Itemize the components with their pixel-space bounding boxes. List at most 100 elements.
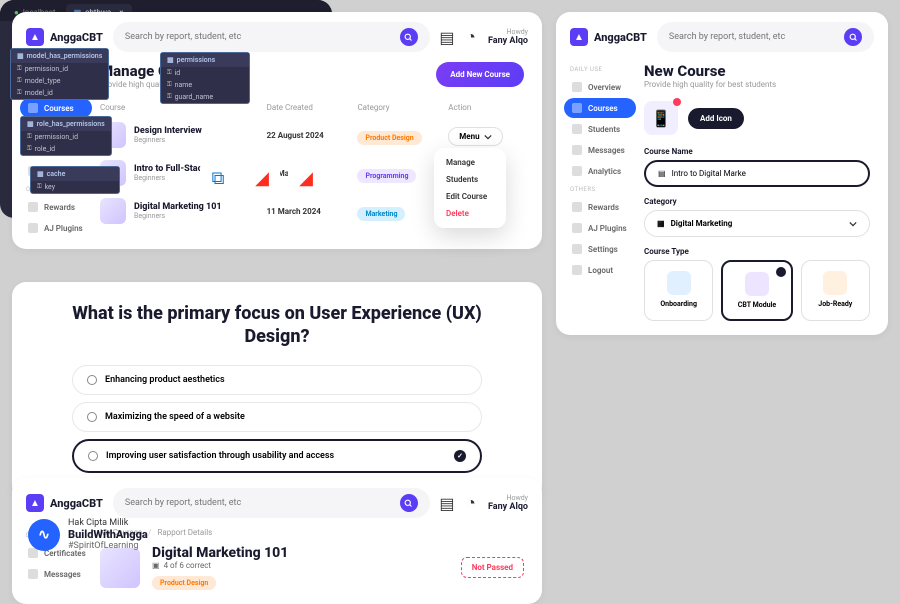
sidebar-section-daily: DAILY USE xyxy=(564,62,636,77)
search-icon[interactable] xyxy=(400,494,418,512)
selected-badge-icon xyxy=(776,267,786,277)
breadcrumb: My Courses / Rapport Details xyxy=(100,528,524,545)
clipboard-icon[interactable]: ▤ xyxy=(440,30,454,44)
sidebar-item-messages[interactable]: Messages xyxy=(20,564,92,584)
score-text: 4 of 6 correct xyxy=(164,561,211,570)
add-icon-button[interactable]: Add Icon xyxy=(688,108,744,129)
radio-icon xyxy=(87,375,97,385)
logo-mark-icon: ▲ xyxy=(26,494,44,512)
watermark: ∿ Hak Cipta Milik BuildWithAngga #Spirit… xyxy=(28,518,148,551)
watermark-line2: BuildWithAngga xyxy=(68,528,148,541)
sidebar-item-plugins[interactable]: AJ Plugins xyxy=(564,218,636,238)
course-level: Beginners xyxy=(134,212,222,220)
radio-icon xyxy=(87,412,97,422)
category-tag: Programming xyxy=(357,169,416,183)
category-tag: Marketing xyxy=(357,207,405,221)
col-category: Category xyxy=(357,103,448,112)
laravel-icon-2: ◢ xyxy=(288,160,324,196)
category-tag: Product Design xyxy=(357,131,421,145)
course-name-label: Course Name xyxy=(644,147,870,156)
page-subtitle: Provide high quality for best students xyxy=(644,80,870,89)
breadcrumb-item: Rapport Details xyxy=(157,528,212,537)
category-label: Category xyxy=(644,197,870,206)
grid-icon: ▦ xyxy=(657,219,665,228)
page-title: New Course xyxy=(644,62,870,80)
check-icon: ✓ xyxy=(454,450,466,462)
watermark-line3: #SpiritOfLearning xyxy=(68,541,148,551)
search-icon[interactable] xyxy=(844,28,862,46)
user-menu[interactable]: Howdy Fany Alqo xyxy=(488,494,528,512)
check-icon: ▣ xyxy=(152,561,160,570)
bell-icon[interactable]: ◔ xyxy=(464,496,478,510)
username: Fany Alqo xyxy=(488,502,528,512)
date-cell: 11 March 2024 xyxy=(267,207,358,216)
search-input[interactable] xyxy=(125,32,392,42)
tool-icons: ⧉ ◢ ◢ xyxy=(200,160,324,196)
action-dropdown: ManageStudentsEdit CourseDelete xyxy=(434,148,506,228)
course-thumbnail xyxy=(100,548,140,588)
vscode-icon: ⧉ xyxy=(200,160,236,196)
sidebar-section-others: OTHERS xyxy=(564,182,636,197)
sidebar-item-settings[interactable]: Settings xyxy=(564,239,636,259)
sidebar-item-students[interactable]: Students xyxy=(564,119,636,139)
search-input[interactable] xyxy=(669,32,836,42)
logo[interactable]: ▲ AnggaCBT xyxy=(570,28,647,46)
logo-mark-icon: ▲ xyxy=(570,28,588,46)
sidebar-item-analytics[interactable]: Analytics xyxy=(564,161,636,181)
laravel-icon: ◢ xyxy=(244,160,280,196)
howdy-label: Howdy xyxy=(488,28,528,36)
chevron-down-icon xyxy=(484,133,492,141)
dropdown-item[interactable]: Delete xyxy=(440,205,500,222)
dropdown-item[interactable]: Manage xyxy=(440,154,500,171)
er-canvas[interactable]: ▦model_has_permissions ⚿permission_id ⚿m… xyxy=(0,44,332,204)
dropdown-item[interactable]: Students xyxy=(440,171,500,188)
course-name-input[interactable]: ▤ Intro to Digital Marke xyxy=(644,160,870,187)
row-menu-button[interactable]: Menu xyxy=(448,127,502,146)
report-title: Digital Marketing 101 xyxy=(152,545,449,561)
bell-icon[interactable]: ◔ xyxy=(464,30,478,44)
sidebar-item-rewards[interactable]: Rewards xyxy=(564,197,636,217)
radio-icon xyxy=(88,451,98,461)
dropdown-item[interactable]: Edit Course xyxy=(440,188,500,205)
er-table[interactable]: ▦cache ⚿key xyxy=(30,166,120,194)
quiz-option-0[interactable]: Enhancing product aesthetics xyxy=(72,365,482,395)
quiz-question: What is the primary focus on User Experi… xyxy=(72,302,482,349)
add-course-button[interactable]: Add New Course xyxy=(436,62,524,87)
status-badge: Not Passed xyxy=(461,557,524,578)
logo[interactable]: ▲ AnggaCBT xyxy=(26,494,103,512)
sidebar: DAILY USE Overview Courses Students Mess… xyxy=(556,62,644,335)
er-table[interactable]: ▦model_has_permissions ⚿permission_id ⚿m… xyxy=(10,48,109,100)
sidebar-item-logout[interactable]: Logout xyxy=(564,260,636,280)
sidebar-item-courses[interactable]: Courses xyxy=(564,98,636,118)
sidebar-item-messages[interactable]: Messages xyxy=(564,140,636,160)
user-menu[interactable]: Howdy Fany Alqo xyxy=(488,28,528,46)
category-tag: Product Design xyxy=(152,576,216,590)
er-table[interactable]: ▦permissions ⚿id ⚿name ⚿guard_name xyxy=(160,52,250,104)
course-name-value: Intro to Digital Marke xyxy=(672,169,746,178)
clipboard-icon[interactable]: ▤ xyxy=(440,496,454,510)
watermark-line1: Hak Cipta Milik xyxy=(68,518,148,528)
search-bar[interactable] xyxy=(657,22,874,52)
col-action: Action xyxy=(448,103,524,112)
quiz-option-2[interactable]: Improving user satisfaction through usab… xyxy=(72,439,482,473)
chevron-down-icon xyxy=(849,220,857,228)
new-course-panel: ▲ AnggaCBT DAILY USE Overview Courses St… xyxy=(556,12,888,335)
search-icon[interactable] xyxy=(400,28,418,46)
course-type-label: Course Type xyxy=(644,247,870,256)
howdy-label: Howdy xyxy=(488,494,528,502)
note-icon: ▤ xyxy=(658,169,666,178)
er-table[interactable]: ▦role_has_permissions ⚿permission_id ⚿ro… xyxy=(20,116,112,156)
bwa-logo-icon: ∿ xyxy=(28,519,60,551)
search-input[interactable] xyxy=(125,498,392,508)
type-job-ready[interactable]: Job-Ready xyxy=(801,260,870,321)
type-cbt-module[interactable]: CBT Module xyxy=(721,260,792,321)
quiz-option-1[interactable]: Maximizing the speed of a website xyxy=(72,402,482,432)
logo-text: AnggaCBT xyxy=(50,497,103,510)
logo-text: AnggaCBT xyxy=(50,31,103,44)
logo-text: AnggaCBT xyxy=(594,31,647,44)
search-bar[interactable] xyxy=(113,488,430,518)
sidebar-item-plugins[interactable]: AJ Plugins xyxy=(20,218,92,238)
sidebar-item-overview[interactable]: Overview xyxy=(564,77,636,97)
category-select[interactable]: ▦Digital Marketing xyxy=(644,210,870,237)
type-onboarding[interactable]: Onboarding xyxy=(644,260,713,321)
